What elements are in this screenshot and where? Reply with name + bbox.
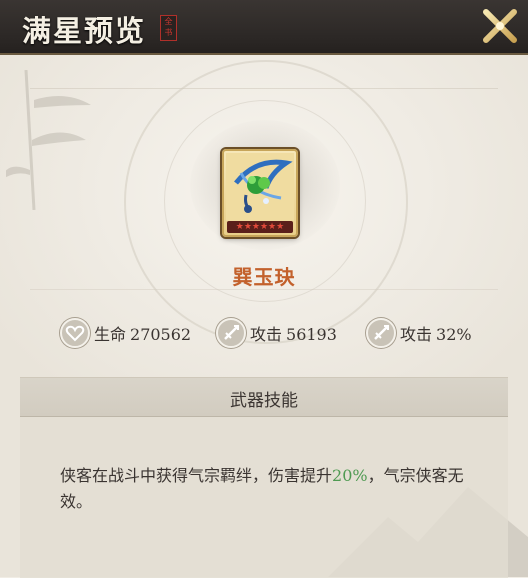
stat-label: 生命 [94, 325, 127, 344]
stat-value: 32% [436, 325, 472, 344]
stat-label: 攻击 [250, 325, 283, 344]
seal-stamp: 全书 [160, 15, 177, 41]
item-name: 巽玉玦 [232, 265, 296, 289]
skill-panel: 武器技能 侠客在战斗中获得气宗羁绊，伤害提升20%，气宗侠客无效。 [20, 377, 508, 578]
sword-icon [366, 318, 396, 348]
stat-label: 攻击 [400, 325, 433, 344]
close-icon [483, 9, 517, 43]
skill-desc-highlight: 20% [332, 466, 368, 485]
star-rating: ★★★★★★ [227, 221, 293, 233]
stat-value: 270562 [130, 325, 192, 344]
header-bar: 满星预览 全书 [0, 0, 528, 55]
heart-icon [60, 318, 90, 348]
skill-description: 侠客在战斗中获得气宗羁绊，伤害提升20%，气宗侠客无效。 [60, 463, 480, 515]
sword-icon [216, 318, 246, 348]
item-icon-frame[interactable]: ★★★★★★ [222, 149, 298, 237]
stat-value: 56193 [286, 325, 337, 344]
close-button[interactable] [478, 4, 522, 48]
skill-header: 武器技能 [20, 378, 508, 417]
jade-pendant-icon [226, 153, 294, 221]
skill-title: 武器技能 [230, 391, 298, 411]
skill-desc-text: 侠客在战斗中获得气宗羁绊，伤害提升 [60, 466, 333, 485]
page-title: 满星预览 [22, 14, 147, 48]
